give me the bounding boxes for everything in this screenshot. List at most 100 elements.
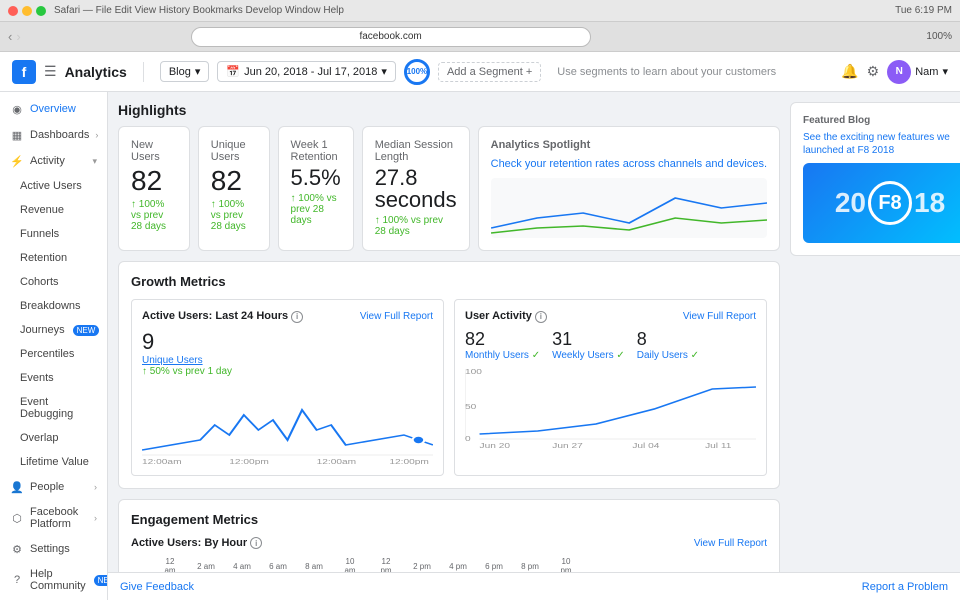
user-activity-panel: User Activity i View Full Report 82 Mont… [454, 299, 767, 476]
sidebar-item-event-debugging[interactable]: Event Debugging [0, 390, 107, 426]
monthly-users: 82 Monthly Users ✓ [465, 329, 540, 361]
notification-icon[interactable]: 🔔 [841, 63, 858, 80]
svg-text:Jun 27: Jun 27 [552, 441, 583, 448]
settings-icon[interactable]: ⚙ [867, 63, 880, 80]
svg-text:12:00pm: 12:00pm [229, 457, 269, 464]
active-users-chart: 12:00am 12:00pm 12:00am 12:00pm [142, 385, 433, 465]
topbar-right: 🔔 ⚙ N Nam ▾ [841, 60, 948, 84]
sidebar-item-lifetime-value[interactable]: Lifetime Value [0, 450, 107, 474]
overview-icon: ◉ [10, 102, 24, 116]
user-menu[interactable]: N Nam ▾ [887, 60, 948, 84]
sidebar-item-activity[interactable]: ⚡ Activity ▾ [0, 148, 107, 174]
featured-blog-card: Featured Blog See the exciting new featu… [790, 102, 960, 256]
engagement-title: Engagement Metrics [131, 512, 767, 527]
svg-text:Jul 04: Jul 04 [632, 441, 659, 448]
sidebar-item-overlap[interactable]: Overlap [0, 426, 107, 450]
chevron-down-icon: ▾ [195, 65, 201, 78]
fb-logo: f [12, 60, 36, 84]
spotlight-chart [491, 178, 767, 238]
sidebar-item-dashboards[interactable]: ▦ Dashboards › [0, 122, 107, 148]
sidebar-item-events[interactable]: Events [0, 366, 107, 390]
sidebar-item-retention[interactable]: Retention [0, 246, 107, 270]
maximize-button[interactable] [36, 6, 46, 16]
close-button[interactable] [8, 6, 18, 16]
minimize-button[interactable] [22, 6, 32, 16]
user-avatar: N [887, 60, 911, 84]
new-badge: NEW [94, 575, 108, 586]
sidebar: ◉ Overview ▦ Dashboards › ⚡ Activity ▾ A… [0, 92, 108, 600]
sidebar-item-active-users[interactable]: Active Users [0, 174, 107, 198]
highlight-week1-retention: Week 1 Retention 5.5% ↑ 100% vs prev 28 … [278, 126, 354, 251]
url-bar[interactable]: facebook.com [191, 27, 591, 47]
highlights-section: Highlights New Users 82 ↑ 100% vs prev 2… [118, 102, 780, 251]
sidebar-item-people[interactable]: 👤 People › [0, 474, 107, 500]
highlights-row: New Users 82 ↑ 100% vs prev 28 days Uniq… [118, 126, 780, 251]
user-name: Nam [915, 66, 938, 78]
segment-hint: Use segments to learn about your custome… [557, 66, 776, 78]
calendar-icon: 📅 [226, 65, 240, 78]
platform-icon: ⬡ [10, 511, 24, 525]
heatmap-header: 12 am 2 am 4 am 6 am 8 am 10 am [131, 557, 767, 572]
main-content: Highlights New Users 82 ↑ 100% vs prev 2… [118, 102, 780, 562]
active-users-24h-panel: Active Users: Last 24 Hours i View Full … [131, 299, 444, 476]
new-badge: NEW [73, 325, 100, 336]
browser-title: Safari — File Edit View History Bookmark… [54, 5, 344, 16]
battery-info: 100% [926, 31, 952, 42]
chevron-down-icon: ▾ [381, 65, 387, 78]
date-range-picker[interactable]: 📅 Jun 20, 2018 - Jul 17, 2018 ▾ [217, 61, 396, 82]
sidebar-item-journeys[interactable]: Journeys NEW [0, 318, 107, 342]
info-icon[interactable]: i [291, 311, 303, 323]
metrics-row: Active Users: Last 24 Hours i View Full … [131, 299, 767, 476]
info-icon[interactable]: i [250, 537, 262, 549]
daily-users: 8 Daily Users ✓ [637, 329, 699, 361]
url-text: facebook.com [359, 31, 421, 42]
activity-icon: ⚡ [10, 154, 24, 168]
sidebar-item-facebook-platform[interactable]: ⬡ Facebook Platform › [0, 500, 107, 536]
add-segment-button[interactable]: Add a Segment + [438, 62, 541, 82]
hamburger-icon[interactable]: ☰ [44, 63, 57, 80]
view-full-report-link[interactable]: View Full Report [694, 538, 767, 549]
f8-logo: F8 [868, 181, 912, 225]
sidebar-item-percentiles[interactable]: Percentiles [0, 342, 107, 366]
svg-text:Jul 11: Jul 11 [705, 441, 732, 448]
analytics-spotlight-card: Analytics Spotlight Check your retention… [478, 126, 780, 251]
info-icon[interactable]: i [535, 311, 547, 323]
forward-icon[interactable]: › [16, 29, 20, 44]
spotlight-link[interactable]: Check your retention rates across channe… [491, 157, 767, 172]
back-icon[interactable]: ‹ [8, 29, 12, 44]
svg-text:50: 50 [465, 402, 476, 410]
gear-icon: ⚙ [10, 542, 24, 556]
sidebar-item-cohorts[interactable]: Cohorts [0, 270, 107, 294]
highlight-unique-users: Unique Users 82 ↑ 100% vs prev 28 days [198, 126, 270, 251]
chevron-down-icon: ▾ [92, 156, 97, 167]
sidebar-item-breakdowns[interactable]: Breakdowns [0, 294, 107, 318]
engagement-section: Engagement Metrics Active Users: By Hour… [118, 499, 780, 572]
sidebar-item-funnels[interactable]: Funnels [0, 222, 107, 246]
give-feedback-button[interactable]: Give Feedback [120, 581, 194, 593]
highlight-new-users: New Users 82 ↑ 100% vs prev 28 days [118, 126, 190, 251]
blog-select[interactable]: Blog ▾ [160, 61, 210, 82]
dashboards-icon: ▦ [10, 128, 24, 142]
sidebar-item-settings[interactable]: ⚙ Settings [0, 536, 107, 562]
chevron-right-icon: › [94, 513, 97, 523]
view-full-report-link[interactable]: View Full Report [683, 311, 756, 322]
sidebar-item-help[interactable]: ? Help Community NEW [0, 562, 107, 598]
user-activity-chart: 100 50 0 Jun 20 Jun 27 Jul 04 Jul 11 [465, 369, 756, 449]
app-title: Analytics [65, 64, 127, 80]
sidebar-item-revenue[interactable]: Revenue [0, 198, 107, 222]
view-full-report-link[interactable]: View Full Report [360, 311, 433, 322]
browser-time: Tue 6:19 PM [895, 5, 952, 16]
browser-toolbar: ‹ › facebook.com 100% [0, 22, 960, 52]
chevron-right-icon: › [94, 482, 97, 492]
svg-text:100: 100 [465, 369, 482, 376]
sidebar-nav: ◉ Overview ▦ Dashboards › ⚡ Activity ▾ A… [0, 92, 107, 600]
bottom-bar: Give Feedback Report a Problem [108, 572, 960, 600]
weekly-users: 31 Weekly Users ✓ [552, 329, 625, 361]
sidebar-item-overview[interactable]: ◉ Overview [0, 96, 107, 122]
right-sidebar: Featured Blog See the exciting new featu… [790, 102, 950, 562]
highlights-title: Highlights [118, 102, 780, 118]
heatmap-grid: 12 am 2 am 4 am 6 am 8 am 10 am [131, 557, 767, 572]
report-problem-button[interactable]: Report a Problem [862, 581, 948, 593]
featured-blog-link[interactable]: See the exciting new features we launche… [803, 131, 960, 157]
f8-banner: 20 F8 18 [803, 163, 960, 243]
